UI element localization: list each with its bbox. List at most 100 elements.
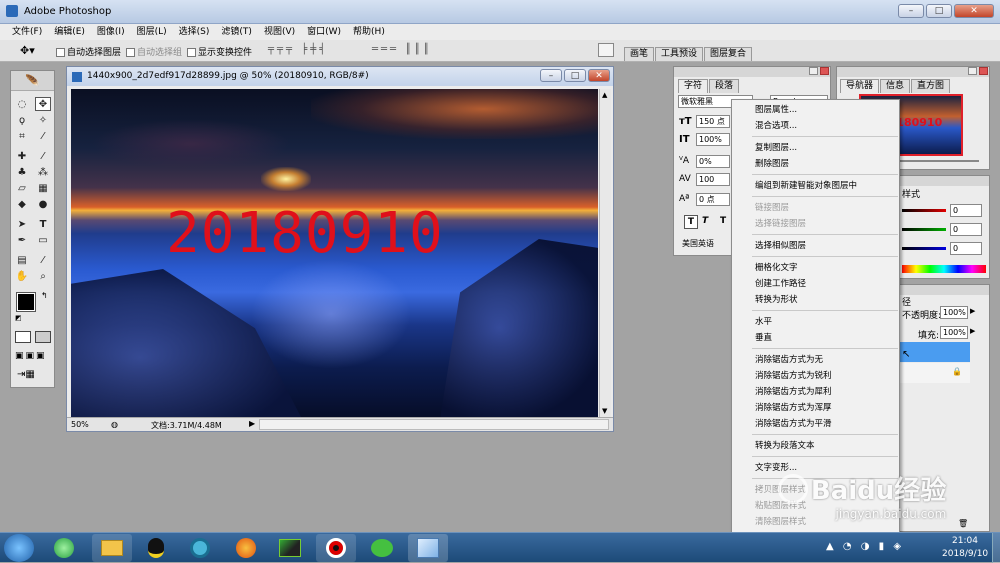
zoom-field[interactable]: 50% — [71, 420, 89, 429]
eraser-tool-icon[interactable]: ▱ — [14, 181, 30, 195]
pen-tool-icon[interactable]: ✒ — [14, 233, 30, 247]
doc-minimize-button[interactable]: – — [540, 69, 562, 82]
lasso-tool-icon[interactable]: ϙ — [14, 113, 30, 127]
char-panel-min-icon[interactable] — [809, 67, 818, 75]
swap-colors-icon[interactable]: ↰ — [41, 291, 48, 300]
menu-item-link-layers[interactable]: 链接图层 — [755, 202, 789, 214]
menu-item-smart-object[interactable]: 编组到新建智能对象图层中 — [755, 180, 857, 192]
nav-panel-min-icon[interactable] — [968, 67, 977, 75]
show-transform-checkbox[interactable]: 显示变换控件 — [187, 45, 252, 58]
green-value[interactable]: 0 — [950, 223, 982, 236]
status-navigator-icon[interactable]: ◍ — [111, 420, 118, 429]
menu-layer[interactable]: 图层(L) — [131, 24, 173, 40]
foreground-color-swatch[interactable] — [16, 292, 36, 312]
blur-tool-icon[interactable]: ◆ — [14, 197, 30, 211]
doc-maximize-button[interactable]: □ — [564, 69, 586, 82]
tab-histogram[interactable]: 直方图 — [911, 79, 951, 93]
notes-tool-icon[interactable]: ▤ — [14, 253, 30, 267]
blue-value[interactable]: 0 — [950, 242, 982, 255]
color-spectrum-bar[interactable] — [902, 265, 986, 273]
media-icon[interactable] — [180, 534, 220, 562]
shape-tool-icon[interactable]: ▭ — [35, 233, 51, 247]
all-caps-button[interactable]: T — [720, 216, 726, 226]
status-menu-arrow-icon[interactable]: ▶ — [249, 419, 255, 428]
tab-tool-presets[interactable]: 工具预设 — [655, 47, 704, 61]
align-buttons[interactable]: ╤╤╤ ╞╪╡ — [268, 44, 328, 55]
tab-brushes[interactable]: 画笔 — [624, 47, 655, 61]
distribute-buttons[interactable]: ═══ ║║║ — [372, 44, 432, 55]
auto-select-group-checkbox[interactable]: 自动选择组 — [126, 45, 182, 58]
menu-item-blending-options[interactable]: 混合选项... — [755, 120, 797, 132]
tracking-field[interactable]: 0% — [696, 155, 730, 168]
close-button[interactable]: ✕ — [954, 4, 994, 18]
vertical-scrollbar[interactable]: ▲ ▼ — [599, 89, 611, 417]
menu-item-create-work-path[interactable]: 创建工作路径 — [755, 278, 806, 290]
zoom-tool-icon[interactable]: ⌕ — [35, 269, 51, 283]
hand-tool-icon[interactable]: ✋ — [14, 269, 30, 283]
move-tool-preset-icon[interactable]: ✥▾ — [20, 44, 35, 57]
show-desktop-button[interactable] — [992, 533, 1000, 563]
green-slider[interactable] — [902, 228, 946, 231]
menu-item-convert-paragraph[interactable]: 转换为段落文本 — [755, 440, 815, 452]
qq-icon[interactable] — [136, 534, 176, 562]
auto-select-layer-checkbox[interactable]: 自动选择图层 — [56, 45, 121, 58]
menu-image[interactable]: 图像(I) — [91, 24, 131, 40]
wechat-icon[interactable] — [362, 534, 402, 562]
faux-italic-button[interactable]: T — [702, 216, 708, 226]
slice-tool-icon[interactable]: ⁄ — [35, 129, 51, 143]
tab-character[interactable]: 字符 — [678, 79, 709, 93]
zoom-slider[interactable] — [899, 160, 979, 162]
brush-tool-icon[interactable]: ⁄ — [35, 149, 51, 163]
menu-help[interactable]: 帮助(H) — [347, 24, 391, 40]
menu-file[interactable]: 文件(F) — [6, 24, 48, 40]
magic-wand-icon[interactable]: ✧ — [35, 113, 51, 127]
tab-paragraph[interactable]: 段落 — [709, 79, 740, 93]
menu-select[interactable]: 选择(S) — [173, 24, 216, 40]
gradient-tool-icon[interactable]: ▦ — [35, 181, 51, 195]
standard-mode-icon[interactable] — [15, 331, 31, 343]
faux-bold-button[interactable]: T — [684, 215, 698, 229]
opacity-arrow-icon[interactable]: ▶ — [970, 307, 975, 315]
video-icon[interactable] — [270, 534, 310, 562]
delete-layer-icon[interactable]: 🗑 — [958, 519, 968, 528]
menu-item-select-similar[interactable]: 选择相似图层 — [755, 240, 806, 252]
menu-item-antialias-sharp[interactable]: 消除锯齿方式为锐利 — [755, 370, 832, 382]
tab-styles[interactable]: 样式 — [902, 187, 920, 200]
marquee-tool-icon[interactable]: ◌ — [14, 97, 30, 111]
menu-item-rasterize-type[interactable]: 栅格化文字 — [755, 262, 798, 274]
tab-navigator[interactable]: 导航器 — [840, 79, 880, 93]
default-colors-icon[interactable]: ◩ — [15, 314, 22, 322]
menu-edit[interactable]: 编辑(E) — [48, 24, 91, 40]
menu-item-antialias-smooth[interactable]: 消除锯齿方式为平滑 — [755, 418, 832, 430]
menu-item-layer-properties[interactable]: 图层属性... — [755, 104, 797, 116]
red-slider[interactable] — [902, 209, 946, 212]
fill-arrow-icon[interactable]: ▶ — [970, 327, 975, 335]
type-tool-icon[interactable]: T — [35, 217, 51, 231]
clone-stamp-icon[interactable]: ♣ — [14, 165, 30, 179]
opacity-field[interactable]: 100% — [940, 306, 968, 319]
quickmask-mode-icon[interactable] — [35, 331, 51, 343]
overlay-text-layer[interactable]: 20180910 — [166, 201, 444, 266]
palette-well-icon[interactable] — [598, 43, 614, 57]
menu-item-antialias-none[interactable]: 消除锯齿方式为无 — [755, 354, 823, 366]
nav-panel-close-icon[interactable] — [979, 67, 988, 75]
menu-item-vertical[interactable]: 垂直 — [755, 332, 772, 344]
menu-item-convert-to-shape[interactable]: 转换为形状 — [755, 294, 798, 306]
photoshop-icon[interactable] — [408, 534, 448, 562]
tab-info[interactable]: 信息 — [880, 79, 911, 93]
document-canvas[interactable]: 20180910 — [71, 89, 598, 417]
tab-paths[interactable]: 径 — [902, 295, 911, 308]
start-button[interactable] — [4, 534, 34, 562]
eyedropper-icon[interactable]: ⁄ — [35, 253, 51, 267]
menu-item-horizontal[interactable]: 水平 — [755, 316, 772, 328]
char-panel-close-icon[interactable] — [820, 67, 829, 75]
kerning-field[interactable]: 100 — [696, 173, 730, 186]
menu-item-duplicate-layer[interactable]: 复制图层... — [755, 142, 797, 154]
tray-icons[interactable]: ▲ ◔ ◑ ▮ ◈ — [826, 541, 904, 552]
doc-close-button[interactable]: ✕ — [588, 69, 610, 82]
crop-tool-icon[interactable]: ⌗ — [14, 129, 30, 143]
history-brush-icon[interactable]: ⁂ — [35, 165, 51, 179]
menu-filter[interactable]: 滤镜(T) — [215, 24, 258, 40]
healing-brush-icon[interactable]: ✚ — [14, 149, 30, 163]
menu-view[interactable]: 视图(V) — [258, 24, 301, 40]
